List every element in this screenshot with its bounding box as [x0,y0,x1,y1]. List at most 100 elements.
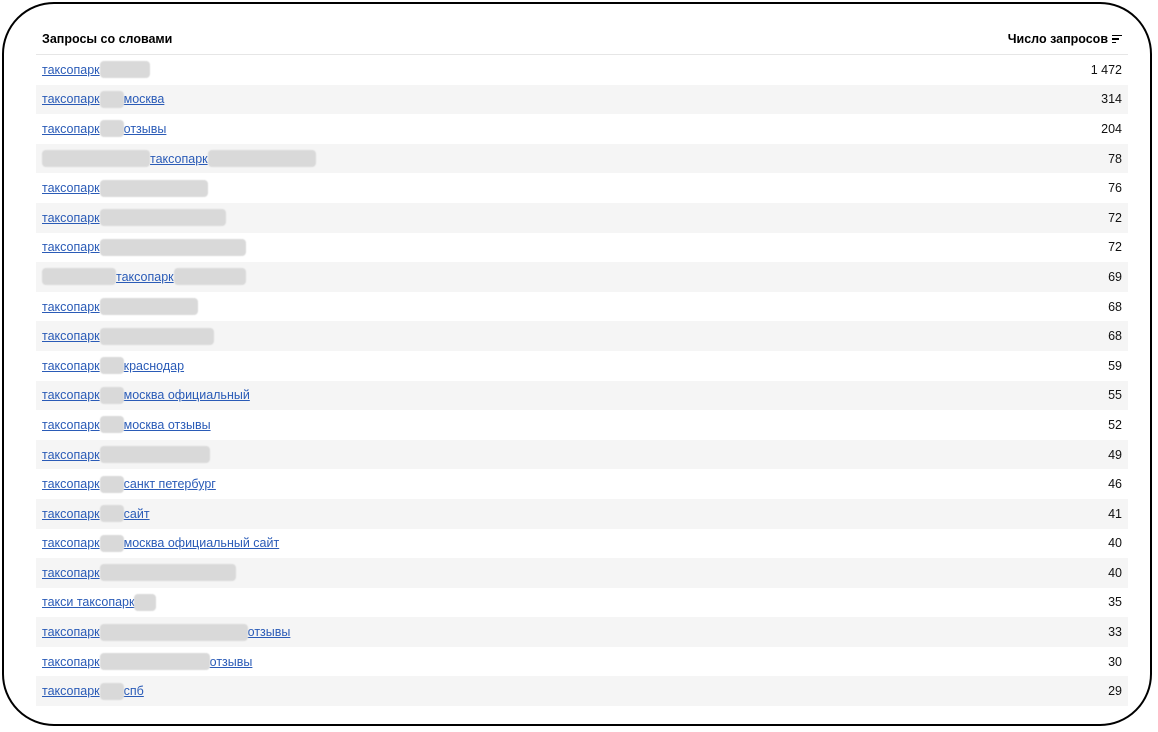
query-link[interactable]: таксопарк [42,238,246,256]
redacted-text [99,386,124,404]
query-count: 41 [1108,506,1122,521]
query-text[interactable]: таксопарк [42,477,100,491]
query-text[interactable]: сайт [124,507,150,521]
query-count: 35 [1108,595,1122,610]
query-text[interactable]: таксопарк [42,63,100,77]
query-link[interactable]: таксопарк [42,268,246,286]
queries-table: Запросы со словами Число запросов таксоп… [36,24,1128,707]
count-column-header[interactable]: Число запросов [1008,32,1122,46]
query-text[interactable]: таксопарк [42,418,100,432]
query-text[interactable]: таксопарк [42,122,100,136]
query-link[interactable]: таксопарк [42,446,210,464]
query-column-header: Запросы со словами [42,32,173,46]
query-text[interactable]: таксопарк [42,240,100,254]
query-text[interactable]: таксопарк [116,270,174,284]
query-text[interactable]: таксопарк [42,625,100,639]
table-row: таксопарк 68 [36,321,1128,351]
query-text[interactable]: таксопарк [42,329,100,343]
table-row: таксопарк 78 [36,143,1128,174]
redacted-text [99,446,210,464]
query-text[interactable]: санкт петербург [124,477,216,491]
redacted-text [99,327,214,345]
query-count: 40 [1108,565,1122,580]
query-count: 68 [1108,299,1122,314]
table-row: таксопарк отзывы 204 [36,114,1128,144]
query-text[interactable]: отзывы [210,655,253,669]
redacted-text [42,150,150,168]
redacted-text [134,593,157,611]
query-text[interactable]: таксопарк [42,211,100,225]
redacted-text [173,268,246,286]
query-link[interactable]: таксопарк [42,179,208,197]
table-row: таксопарк 72 [36,233,1128,263]
sort-icon[interactable] [1112,34,1122,44]
query-link[interactable]: таксопарк отзывы [42,653,253,671]
redacted-text [99,416,124,434]
query-count: 40 [1108,536,1122,551]
query-text[interactable]: таксопарк [42,359,100,373]
table-row: таксопарк отзывы 30 [36,647,1128,677]
query-text[interactable]: краснодар [124,359,184,373]
query-text[interactable]: таксопарк [42,181,100,195]
query-link[interactable]: таксопарк отзывы [42,120,167,138]
table-row: таксопарк москва 314 [36,84,1128,115]
query-text[interactable]: таксопарк [42,300,100,314]
table-row: таксопарк санкт петербург 46 [36,469,1128,499]
query-text[interactable]: таксопарк [42,507,100,521]
table-row: таксопарк москва официальный 55 [36,380,1128,411]
query-text[interactable]: отзывы [124,122,167,136]
query-text[interactable]: москва [124,92,165,106]
query-link[interactable]: таксопарк [42,298,198,316]
redacted-text [99,682,124,700]
query-text[interactable]: таксопарк [42,536,100,550]
query-text[interactable]: москва официальный сайт [124,536,280,550]
query-text[interactable]: москва отзывы [124,418,211,432]
table-row: таксопарк отзывы 33 [36,617,1128,647]
table-row: таксопарк 72 [36,202,1128,233]
query-count: 49 [1108,447,1122,462]
query-count: 59 [1108,358,1122,373]
redacted-text [99,298,198,316]
query-text[interactable]: таксопарк [42,448,100,462]
query-link[interactable]: таксопарк [42,61,150,79]
table-row: таксопарк сайт 41 [36,498,1128,529]
query-link[interactable]: таксопарк спб [42,682,144,700]
query-text[interactable]: спб [124,684,144,698]
redacted-text [99,238,246,256]
query-text[interactable]: таксопарк [42,92,100,106]
redacted-text [207,150,316,168]
query-text[interactable]: таксопарк [42,655,100,669]
table-row: таксопарк спб 29 [36,676,1128,707]
query-link[interactable]: таксопарк москва официальный [42,386,250,404]
query-text[interactable]: москва официальный [124,388,250,402]
query-text[interactable]: таксопарк [42,388,100,402]
query-link[interactable]: таксопарк сайт [42,505,150,523]
query-text[interactable]: таксопарк [42,566,100,580]
query-link[interactable]: таксопарк краснодар [42,357,184,375]
query-text[interactable]: таксопарк [150,152,208,166]
query-link[interactable]: таксопарк [42,209,226,227]
table-header: Запросы со словами Число запросов [36,24,1128,55]
query-link[interactable]: таксопарк [42,327,214,345]
query-link[interactable]: такси таксопарк [42,593,157,611]
query-text[interactable]: таксопарк [42,684,100,698]
query-count: 68 [1108,329,1122,344]
table-row: таксопарк 1 472 [36,55,1128,85]
table-row: таксопарк 40 [36,558,1128,588]
redacted-text [99,357,124,375]
query-count: 29 [1108,684,1122,699]
query-link[interactable]: таксопарк москва отзывы [42,416,211,434]
redacted-text [99,90,124,108]
redacted-text [42,268,116,286]
query-link[interactable]: таксопарк [42,564,236,582]
query-text[interactable]: такси таксопарк [42,595,134,609]
redacted-text [99,564,236,582]
query-link[interactable]: таксопарк [42,150,316,168]
query-text[interactable]: отзывы [248,625,291,639]
query-link[interactable]: таксопарк москва [42,90,165,108]
table-row: такси таксопарк 35 [36,588,1128,618]
query-link[interactable]: таксопарк санкт петербург [42,475,216,493]
redacted-text [99,209,226,227]
query-link[interactable]: таксопарк отзывы [42,623,291,641]
query-link[interactable]: таксопарк москва официальный сайт [42,534,280,552]
